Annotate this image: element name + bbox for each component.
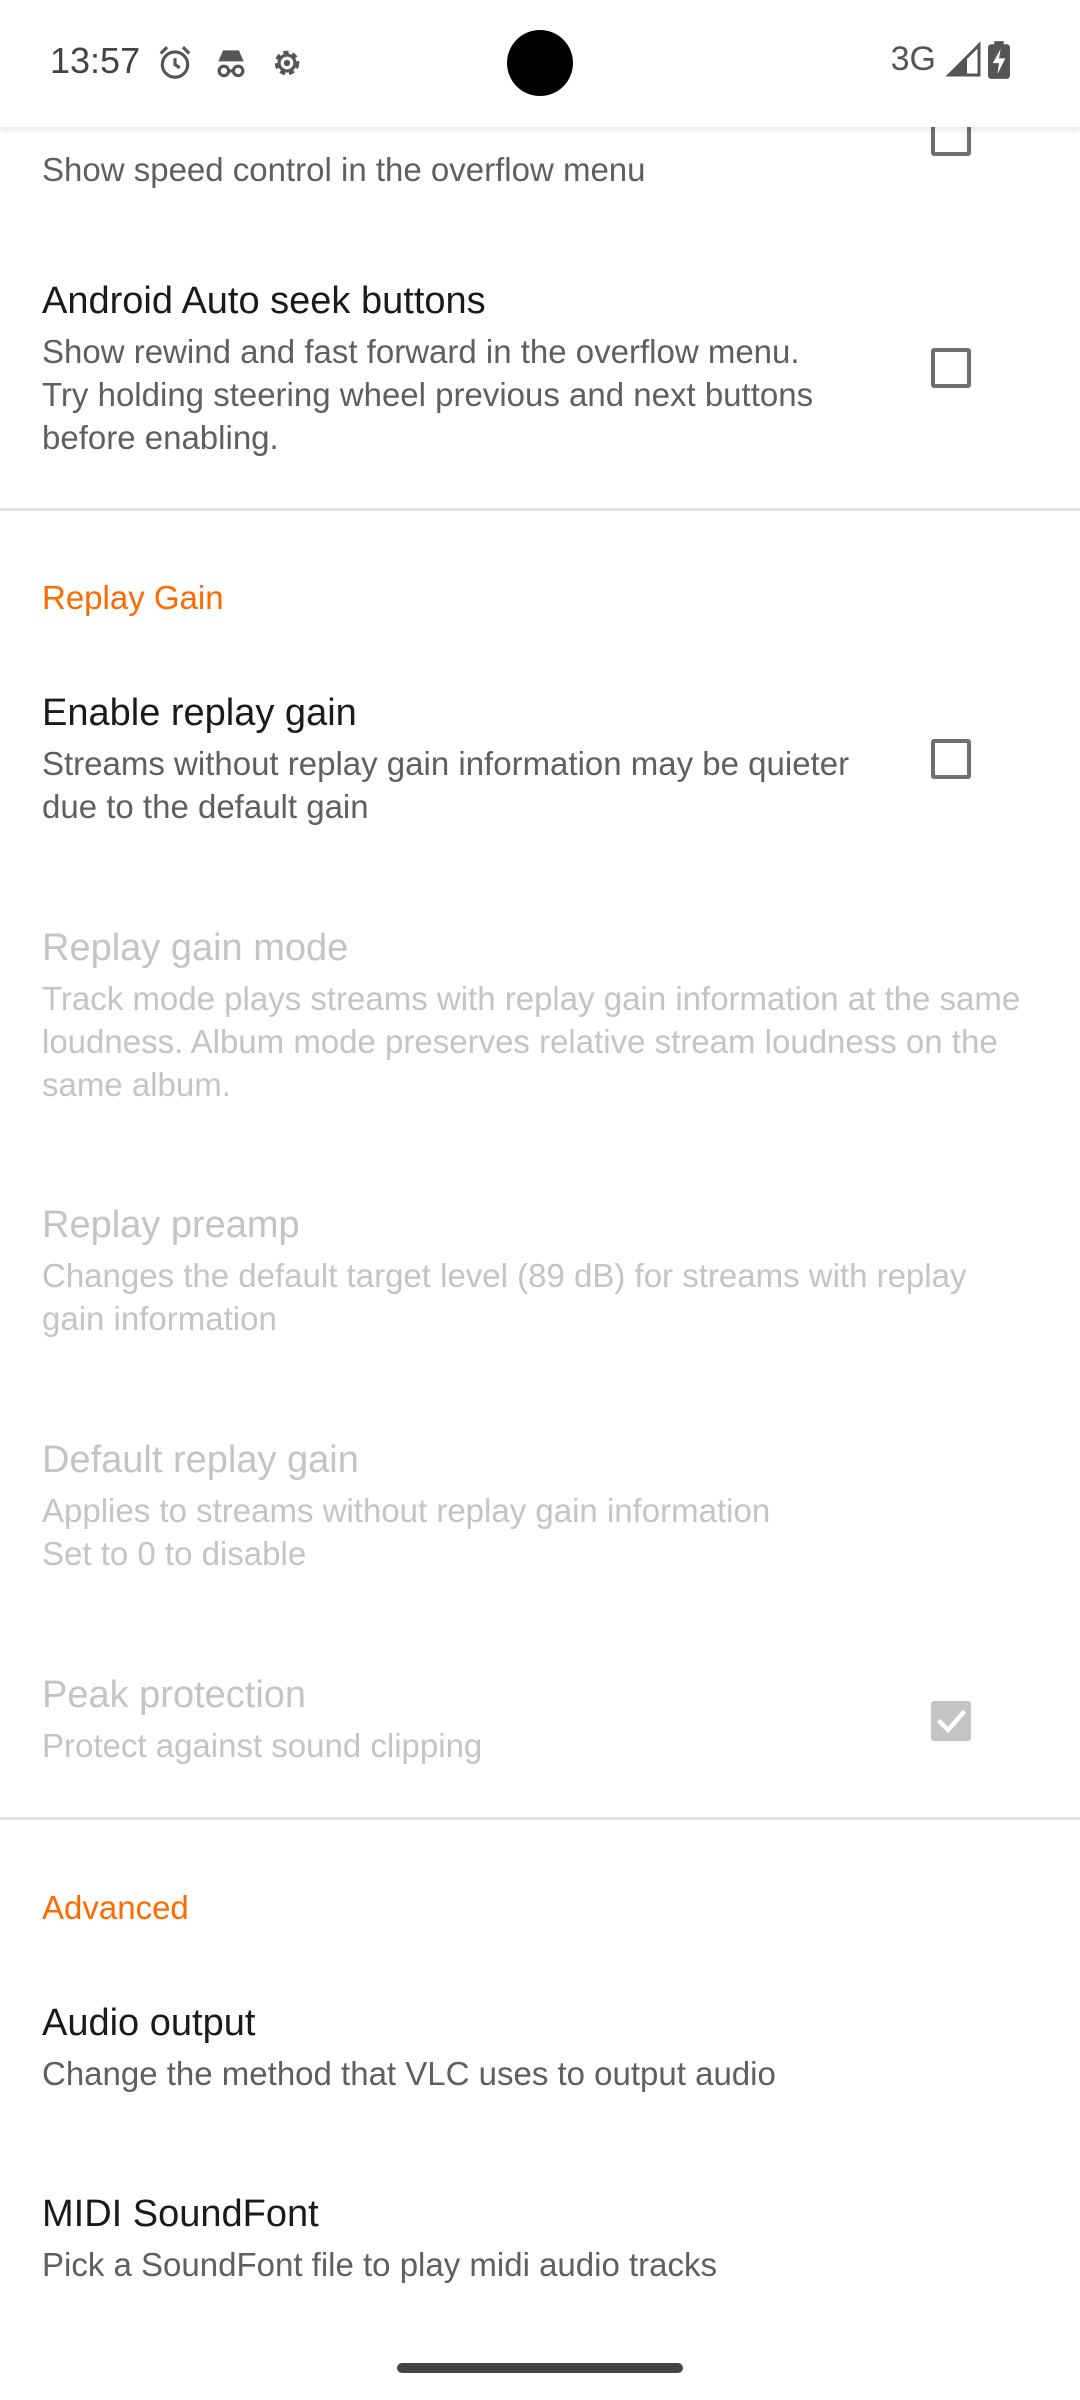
status-system-icons: 3G — [891, 40, 1010, 79]
pref-title: Enable replay gain — [42, 692, 357, 734]
status-bar: 13:57 3G — [0, 0, 1080, 127]
enable-replay-gain-checkbox[interactable] — [931, 739, 971, 779]
pref-summary: Track mode plays streams with replay gai… — [42, 980, 1021, 1103]
pref-summary: Changes the default target level (89 dB)… — [42, 1257, 967, 1337]
pref-peak-protection: Peak protection Protect against sound cl… — [42, 1672, 902, 1767]
pref-summary: Streams without replay gain information … — [42, 745, 850, 825]
pref-title: Android Auto seek buttons — [42, 280, 486, 322]
pref-midi-soundfont[interactable]: MIDI SoundFont Pick a SoundFont file to … — [42, 2191, 902, 2286]
pref-summary-line1: Applies to streams without replay gain i… — [42, 1492, 771, 1529]
pref-audio-output[interactable]: Audio output Change the method that VLC … — [42, 2000, 902, 2095]
pref-summary: Pick a SoundFont file to play midi audio… — [42, 2246, 718, 2283]
pref-title: MIDI SoundFont — [42, 2193, 319, 2235]
pref-title: Replay gain mode — [42, 927, 349, 969]
alarm-icon — [159, 46, 191, 79]
pref-summary: Show speed control in the overflow menu — [42, 151, 646, 188]
pref-android-auto-seek[interactable]: Android Auto seek buttons Show rewind an… — [42, 278, 902, 459]
peak-protection-checkbox — [931, 1701, 971, 1741]
status-time: 13:57 — [50, 40, 141, 81]
network-type: 3G — [890, 40, 936, 78]
settings-gear-icon — [274, 50, 300, 76]
section-header-replay-gain: Replay Gain — [42, 579, 224, 616]
pref-enable-replay-gain[interactable]: Enable replay gain Streams without repla… — [42, 690, 902, 828]
pref-title: Peak protection — [42, 1674, 307, 1716]
pref-playback-speed[interactable]: Show speed control in the overflow menu — [42, 142, 902, 191]
pref-title: Audio output — [42, 2002, 256, 2044]
pref-summary-line2: Set to 0 to disable — [42, 1535, 307, 1572]
settings-screen: Show speed control in the overflow menu … — [0, 0, 1080, 2400]
pref-summary: Protect against sound clipping — [42, 1727, 483, 1764]
pref-summary: Change the method that VLC uses to outpu… — [42, 2055, 776, 2092]
gesture-navigation-bar[interactable] — [397, 2363, 683, 2373]
android-auto-seek-checkbox[interactable] — [931, 348, 971, 388]
pref-title: Default replay gain — [42, 1439, 359, 1481]
audio-settings-list[interactable]: Show speed control in the overflow menu … — [0, 0, 1080, 2400]
pref-default-replay-gain: Default replay gain Applies to streams w… — [42, 1437, 1042, 1575]
section-divider — [0, 508, 1080, 511]
pref-title: Replay preamp — [42, 1204, 300, 1246]
battery-charging-icon — [988, 40, 1010, 79]
pref-summary: Show rewind and fast forward in the over… — [42, 333, 814, 456]
camera-cutout — [507, 30, 573, 96]
pref-replay-preamp: Replay preamp Changes the default target… — [42, 1202, 1042, 1340]
section-divider — [0, 1817, 1080, 1820]
section-header-advanced: Advanced — [42, 1889, 189, 1926]
status-notification-icons — [156, 44, 306, 82]
pref-replay-gain-mode: Replay gain mode Track mode plays stream… — [42, 925, 1042, 1106]
signal-icon — [946, 40, 981, 76]
checkmark-icon — [936, 1709, 967, 1734]
incognito-icon — [217, 50, 245, 78]
